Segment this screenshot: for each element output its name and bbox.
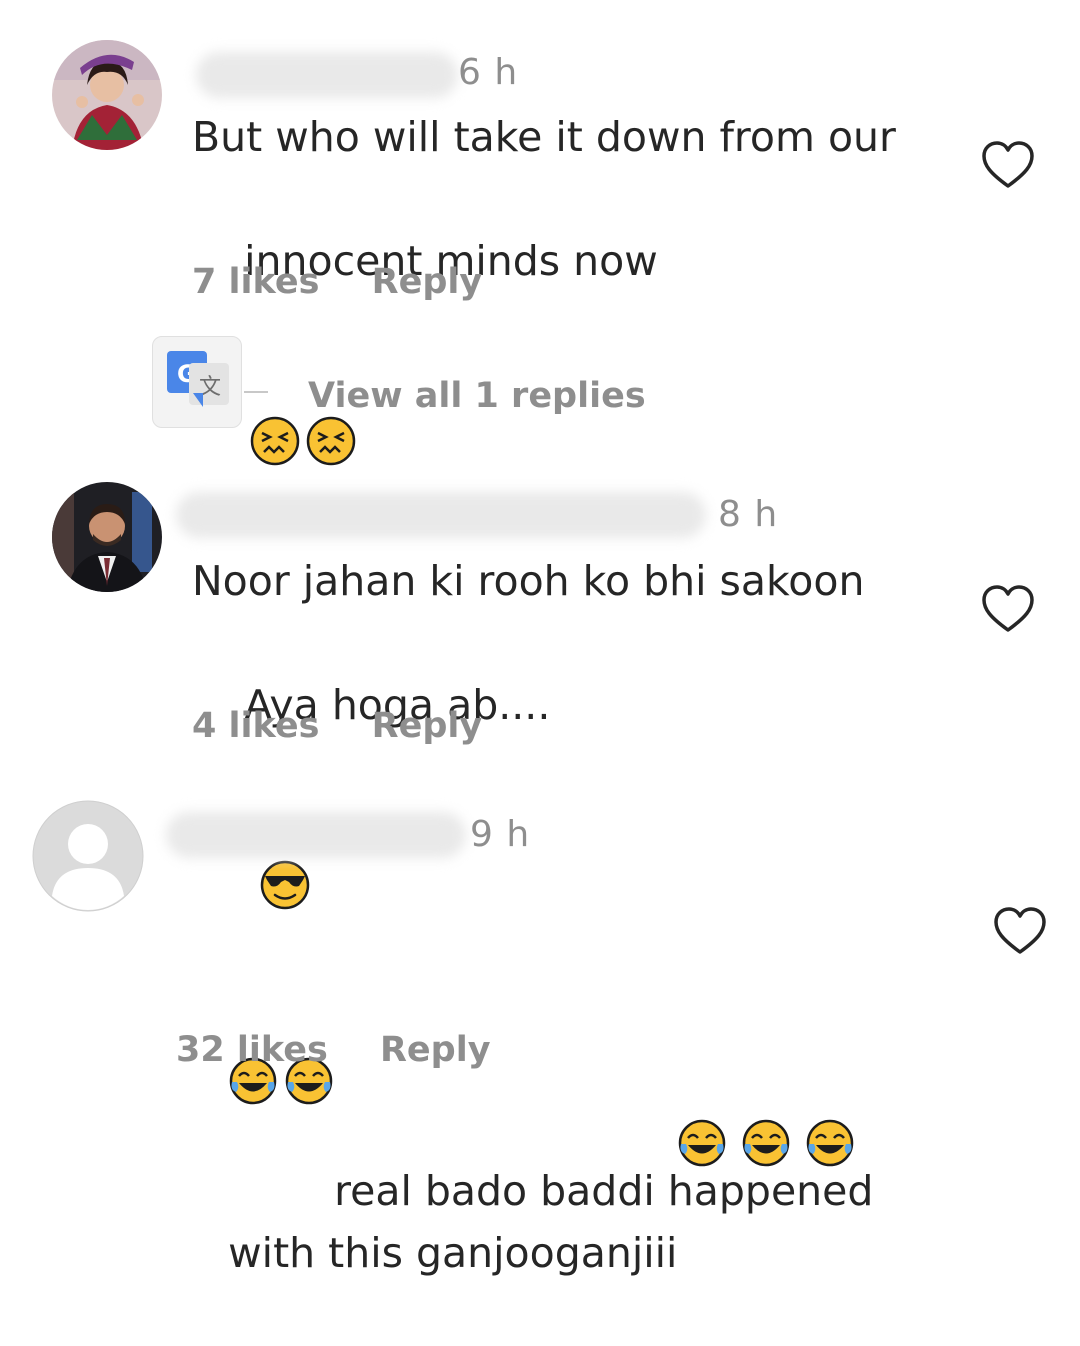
likes-count[interactable]: 4 likes: [192, 706, 319, 746]
default-avatar-icon[interactable]: [32, 800, 144, 912]
comment-time: 8 h: [718, 494, 779, 535]
username-redacted[interactable]: [196, 52, 458, 98]
reply-button[interactable]: Reply: [372, 262, 483, 302]
comment-text-line-1: But who will take it down from our: [192, 113, 896, 161]
comment-text-line-1: Noor jahan ki rooh ko bhi sakoon: [192, 557, 865, 605]
heart-outline-icon[interactable]: [980, 138, 1036, 194]
username-redacted[interactable]: [166, 812, 466, 858]
comment-meta: 7 likes Reply: [192, 262, 522, 302]
google-translate-icon[interactable]: G 文: [152, 336, 242, 428]
reply-button[interactable]: Reply: [372, 706, 483, 746]
view-replies-link[interactable]: View all 1 replies: [308, 376, 646, 416]
comment-text-line-2: with this ganjooganjiii: [176, 932, 855, 1346]
tears-of-joy-icon: [741, 994, 791, 1167]
likes-count[interactable]: 7 likes: [192, 262, 319, 302]
likes-count[interactable]: 32 likes: [176, 1030, 328, 1070]
heart-outline-icon[interactable]: [992, 904, 1048, 960]
tears-of-joy-icon: [677, 994, 727, 1167]
comment-time: 9 h: [470, 814, 531, 855]
username-redacted[interactable]: [176, 492, 706, 538]
thread-line: [244, 391, 268, 393]
avatar[interactable]: [52, 40, 162, 150]
avatar[interactable]: [52, 482, 162, 592]
comment-meta: 32 likes Reply: [176, 1030, 531, 1070]
heart-outline-icon[interactable]: [980, 582, 1036, 638]
comment-meta: 4 likes Reply: [192, 706, 522, 746]
comment-time: 6 h: [458, 52, 519, 93]
comment-text-line-2-label: with this ganjooganjiii: [228, 1229, 678, 1277]
reply-button[interactable]: Reply: [380, 1030, 491, 1070]
tears-of-joy-icon: [805, 994, 855, 1167]
